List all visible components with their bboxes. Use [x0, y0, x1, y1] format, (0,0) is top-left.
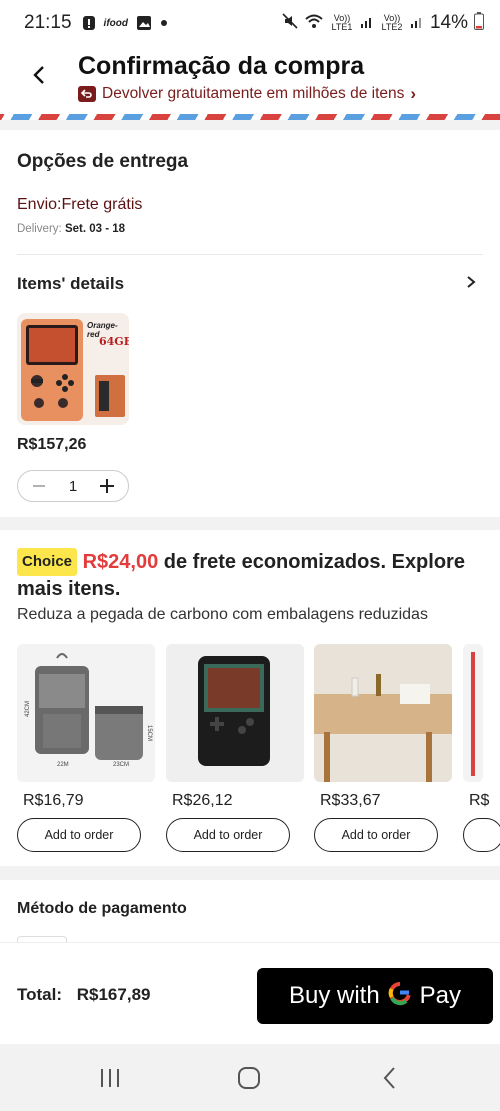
- recommended-price: R$33,67: [320, 792, 381, 809]
- dimension-label: 42CM: [25, 700, 32, 718]
- product-image[interactable]: [166, 644, 304, 782]
- signal-lte2-icon: [410, 13, 424, 34]
- battery-percent: 14%: [429, 12, 468, 33]
- dimension-label: 23CM: [113, 762, 130, 768]
- product-price: R$157,26: [17, 436, 87, 453]
- free-return-link[interactable]: Devolver gratuitamente em milhões de ite…: [78, 84, 416, 104]
- buy-with-label: Buy with: [288, 982, 380, 1009]
- total-value: R$167,89: [76, 985, 151, 1004]
- choice-badge: Choice: [17, 548, 78, 576]
- dot-icon: [160, 19, 168, 27]
- payment-method-title: Método de pagamento: [17, 900, 187, 917]
- product-image[interactable]: Orange-red 64GB: [17, 313, 129, 425]
- items-details-title[interactable]: Items' details: [17, 274, 124, 294]
- signal-lte1-icon: [360, 13, 374, 34]
- quantity-stepper: 1: [17, 470, 129, 502]
- choice-headline: Choice R$24,00 de frete economizados. Ex…: [17, 548, 470, 602]
- add-to-order-button[interactable]: [463, 818, 500, 852]
- add-to-order-button[interactable]: Add to order: [166, 818, 290, 852]
- choice-subtitle: Reduza a pegada de carbono com embalagen…: [17, 606, 428, 623]
- minus-icon: [33, 485, 45, 487]
- ifood-icon: ifood: [103, 17, 128, 29]
- chevron-right-icon: ›: [410, 84, 417, 103]
- pay-label: Pay: [419, 982, 462, 1009]
- add-to-order-button[interactable]: Add to order: [314, 818, 438, 852]
- recommended-price: R$26,12: [172, 792, 233, 809]
- page-header: Confirmação da compra Devolver gratuitam…: [0, 46, 500, 114]
- recommended-product[interactable]: 42CM 22M 23CM 15CM R$16,79 Add to order: [17, 644, 155, 852]
- checkout-bar: Total: R$167,89 Buy with Pay: [0, 942, 500, 1044]
- signal-lte2-label: Vo)) LTE2: [381, 13, 403, 32]
- product-storage-label: 64GB: [99, 335, 129, 348]
- choice-saved-amount: R$24,00: [82, 551, 159, 573]
- status-time: 21:15: [24, 12, 72, 33]
- battery-icon: [474, 11, 484, 35]
- status-bar: 21:15 ifood Vo)) LTE1 Vo)) LTE2 14%: [0, 0, 500, 46]
- home-icon: [238, 1067, 260, 1089]
- delivery-label: Delivery:: [17, 223, 62, 235]
- product-image[interactable]: [314, 644, 452, 782]
- shipping-option[interactable]: Envio:Frete grátis: [17, 196, 142, 214]
- choice-promo-card: Choice R$24,00 de frete economizados. Ex…: [0, 530, 500, 866]
- order-total: Total: R$167,89: [17, 985, 150, 1005]
- delivery-card: Opções de entrega Envio:Frete grátis Del…: [0, 130, 500, 517]
- recommended-product[interactable]: R$26,12 Add to order: [166, 644, 304, 852]
- back-icon: [383, 1067, 395, 1089]
- recommended-product[interactable]: R$33,67 Add to order: [314, 644, 452, 852]
- home-button[interactable]: [235, 1064, 263, 1092]
- gallery-icon: [136, 15, 152, 31]
- chevron-right-icon[interactable]: [464, 274, 478, 290]
- wifi-icon: [304, 13, 324, 34]
- recommended-price: R$16,79: [23, 792, 84, 809]
- page-title: Confirmação da compra: [78, 52, 365, 80]
- android-nav-bar: [0, 1044, 500, 1111]
- add-to-order-button[interactable]: Add to order: [17, 818, 141, 852]
- recent-apps-button[interactable]: [96, 1064, 124, 1092]
- recommended-product[interactable]: R$: [463, 644, 500, 852]
- google-g-icon: [387, 980, 413, 1013]
- dimension-label: 22M: [57, 762, 69, 768]
- plus-icon: [100, 479, 114, 493]
- delivery-dates: Set. 03 - 18: [64, 223, 126, 235]
- system-back-button[interactable]: [376, 1064, 404, 1092]
- quantity-value: 1: [68, 477, 78, 495]
- return-box-icon: [78, 86, 96, 102]
- delivery-options-title: Opções de entrega: [17, 151, 189, 172]
- back-button[interactable]: [24, 60, 54, 90]
- recent-apps-icon: [101, 1069, 119, 1087]
- increase-quantity-button[interactable]: [98, 477, 116, 495]
- envelope-stripe-divider: [0, 114, 500, 120]
- section-divider: [17, 254, 483, 255]
- delivery-estimate: Delivery: Set. 03 - 18: [17, 223, 125, 235]
- back-arrow-icon: [33, 66, 44, 84]
- product-image[interactable]: 42CM 22M 23CM 15CM: [17, 644, 155, 782]
- recommended-price: R$: [469, 792, 490, 809]
- payment-method-card: Método de pagamento: [0, 880, 500, 944]
- buy-with-google-pay-button[interactable]: Buy with Pay: [257, 968, 493, 1024]
- mute-icon: [282, 12, 298, 34]
- decrease-quantity-button[interactable]: [30, 477, 48, 495]
- product-image[interactable]: [463, 644, 483, 782]
- signal-lte1-label: Vo)) LTE1: [331, 13, 353, 32]
- alert-icon: [82, 15, 96, 31]
- free-return-text: Devolver gratuitamente em milhões de ite…: [102, 85, 405, 102]
- total-label: Total:: [17, 985, 63, 1004]
- dimension-label: 15CM: [146, 724, 153, 742]
